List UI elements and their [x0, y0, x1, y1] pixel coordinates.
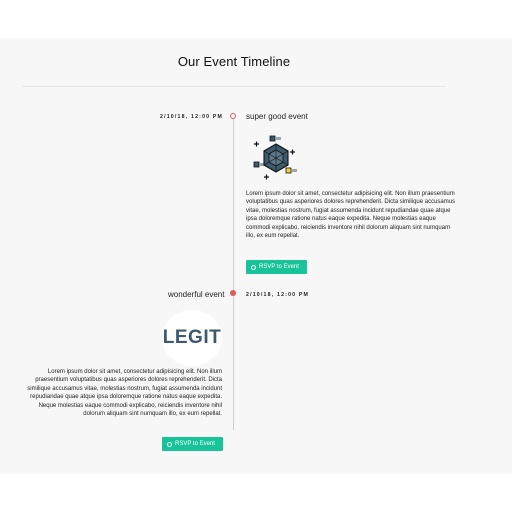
page-title: Our Event Timeline — [177, 54, 291, 69]
event-date-1: 2/10/18, 12:00 PM — [160, 114, 224, 120]
timeline-line — [233, 118, 234, 430]
rsvp-button-label-1: RSVP to Event — [259, 264, 299, 270]
event-description-1: Lorem ipsum dolor sit amet, consectetur … — [246, 191, 456, 240]
clock-icon — [251, 264, 256, 270]
page: Our Event Timeline 2/10/18, 12:00 PM sup… — [0, 0, 512, 512]
timeline-dot-1 — [230, 113, 236, 119]
clock-icon — [167, 441, 172, 447]
hexagon-network-icon — [248, 132, 304, 188]
event-description-2: Lorem ipsum dolor sit amet, consectetur … — [27, 369, 222, 418]
title-divider — [22, 86, 446, 87]
timeline-dot-2 — [230, 290, 236, 296]
legit-logo-text: LEGIT — [162, 327, 222, 348]
event-title-2: wonderful event — [168, 290, 225, 299]
rsvp-button-label-2: RSVP to Event — [175, 441, 215, 447]
event-title-1: super good event — [246, 112, 308, 121]
rsvp-button-1[interactable]: RSVP to Event — [246, 260, 307, 274]
rsvp-button-2[interactable]: RSVP to Event — [162, 437, 223, 451]
legit-logo: LEGIT — [162, 310, 222, 366]
event-date-2: 2/10/18, 12:00 PM — [246, 292, 310, 298]
